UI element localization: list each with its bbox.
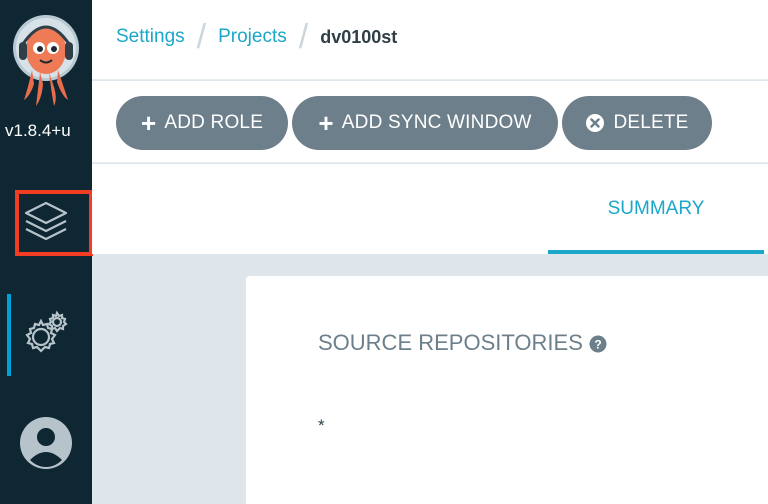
nav-settings[interactable] — [0, 294, 92, 376]
add-sync-window-button[interactable]: + ADD SYNC WINDOW — [292, 96, 558, 150]
top-bar: Settings / Projects / dv0100st — [92, 0, 768, 80]
close-circle-icon — [586, 114, 605, 132]
section-source-repositories: SOURCE REPOSITORIES ? — [318, 330, 607, 356]
highlight-box — [15, 190, 93, 256]
add-role-label: ADD ROLE — [164, 112, 264, 133]
tab-summary[interactable]: SUMMARY — [548, 164, 764, 254]
help-icon[interactable]: ? — [589, 335, 607, 353]
gears-icon — [20, 307, 72, 364]
breadcrumb-separator: / — [298, 18, 309, 56]
summary-card: SOURCE REPOSITORIES ? * — [246, 276, 768, 504]
source-repository-item: * — [318, 416, 325, 435]
add-role-button[interactable]: + ADD ROLE — [116, 96, 288, 150]
breadcrumb-projects[interactable]: Projects — [218, 26, 287, 48]
user-icon — [19, 416, 73, 475]
version-label: v1.8.4+u — [5, 121, 71, 140]
tab-active-underline — [548, 250, 764, 254]
breadcrumb-current: dv0100st — [320, 26, 398, 47]
toolbar: + ADD ROLE + ADD SYNC WINDOW DELETE — [92, 81, 768, 163]
octopus-logo[interactable] — [10, 14, 82, 110]
add-sync-window-label: ADD SYNC WINDOW — [341, 112, 532, 133]
svg-text:?: ? — [594, 338, 601, 352]
plus-icon: + — [318, 108, 334, 138]
section-title: SOURCE REPOSITORIES — [318, 330, 583, 355]
breadcrumb-settings[interactable]: Settings — [116, 26, 185, 48]
nav-user[interactable] — [0, 414, 92, 476]
active-indicator — [7, 294, 11, 376]
plus-icon: + — [140, 108, 157, 138]
delete-button[interactable]: DELETE — [562, 96, 712, 150]
tab-bar: SUMMARY — [92, 164, 768, 254]
delete-label: DELETE — [613, 112, 689, 133]
breadcrumb-separator: / — [196, 18, 207, 56]
sidebar: v1.8.4+u — [0, 0, 93, 504]
breadcrumb: Settings / Projects / dv0100st — [116, 18, 398, 56]
tab-summary-label: SUMMARY — [607, 198, 705, 219]
nav-applications[interactable] — [0, 190, 93, 256]
